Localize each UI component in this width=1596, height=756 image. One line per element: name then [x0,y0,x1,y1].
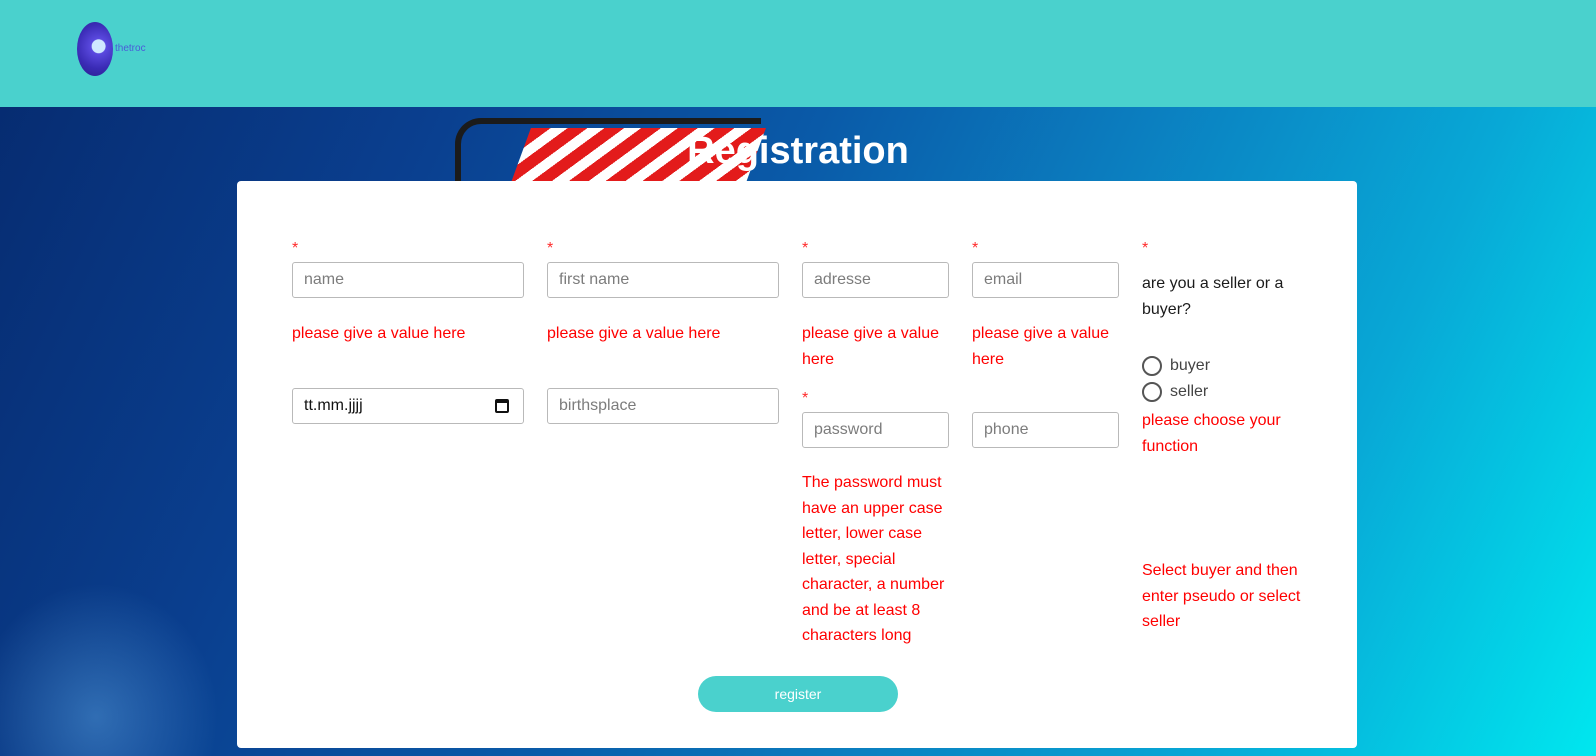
role-hint: Select buyer and then enter pseudo or se… [1142,562,1301,630]
role-question: are you a seller or a buyer? [1142,275,1284,318]
password-input[interactable]: password [802,412,949,448]
radio-circle-icon [1142,382,1162,402]
required-mark: * [547,240,554,257]
email-input[interactable]: email [972,262,1119,298]
birthdate-placeholder: tt.mm.jjjj [304,397,363,414]
name-input[interactable]: name [292,262,524,298]
email-error: please give a value here [972,325,1109,368]
background-glow [0,560,240,756]
role-error: please choose your function [1142,412,1281,455]
calendar-icon[interactable] [495,399,509,413]
phone-input[interactable]: phone [972,412,1119,448]
logo-text: thetroc [115,43,146,54]
adresse-error: please give a value here [802,325,939,368]
password-error: The password must have an upper case let… [802,474,945,644]
required-mark: * [802,240,809,257]
birthsplace-placeholder: birthsplace [559,397,637,414]
adresse-placeholder: adresse [814,271,871,288]
registration-card: * name please give a value here * first … [237,181,1357,748]
first-name-placeholder: first name [559,271,630,288]
required-mark: * [1142,240,1149,257]
radio-circle-icon [1142,356,1162,376]
birthdate-input[interactable]: tt.mm.jjjj [292,388,524,424]
logo-ring-icon [77,22,113,76]
name-error: please give a value here [292,325,466,342]
buyer-radio[interactable]: buyer [1142,356,1210,376]
top-header: thetroc [0,0,1596,107]
phone-placeholder: phone [984,421,1029,438]
birthsplace-input[interactable]: birthsplace [547,388,779,424]
first-name-input[interactable]: first name [547,262,779,298]
required-mark: * [972,240,979,257]
seller-radio[interactable]: seller [1142,382,1208,402]
adresse-input[interactable]: adresse [802,262,949,298]
seller-label: seller [1170,383,1209,400]
first-name-error: please give a value here [547,325,721,342]
required-mark: * [292,240,299,257]
password-placeholder: password [814,421,883,438]
email-placeholder: email [984,271,1023,288]
name-placeholder: name [304,271,345,288]
register-button[interactable]: register [698,676,898,712]
logo[interactable]: thetroc [75,22,155,80]
buyer-label: buyer [1170,357,1211,374]
required-mark: * [802,390,809,407]
page-title: Registration [687,130,909,172]
